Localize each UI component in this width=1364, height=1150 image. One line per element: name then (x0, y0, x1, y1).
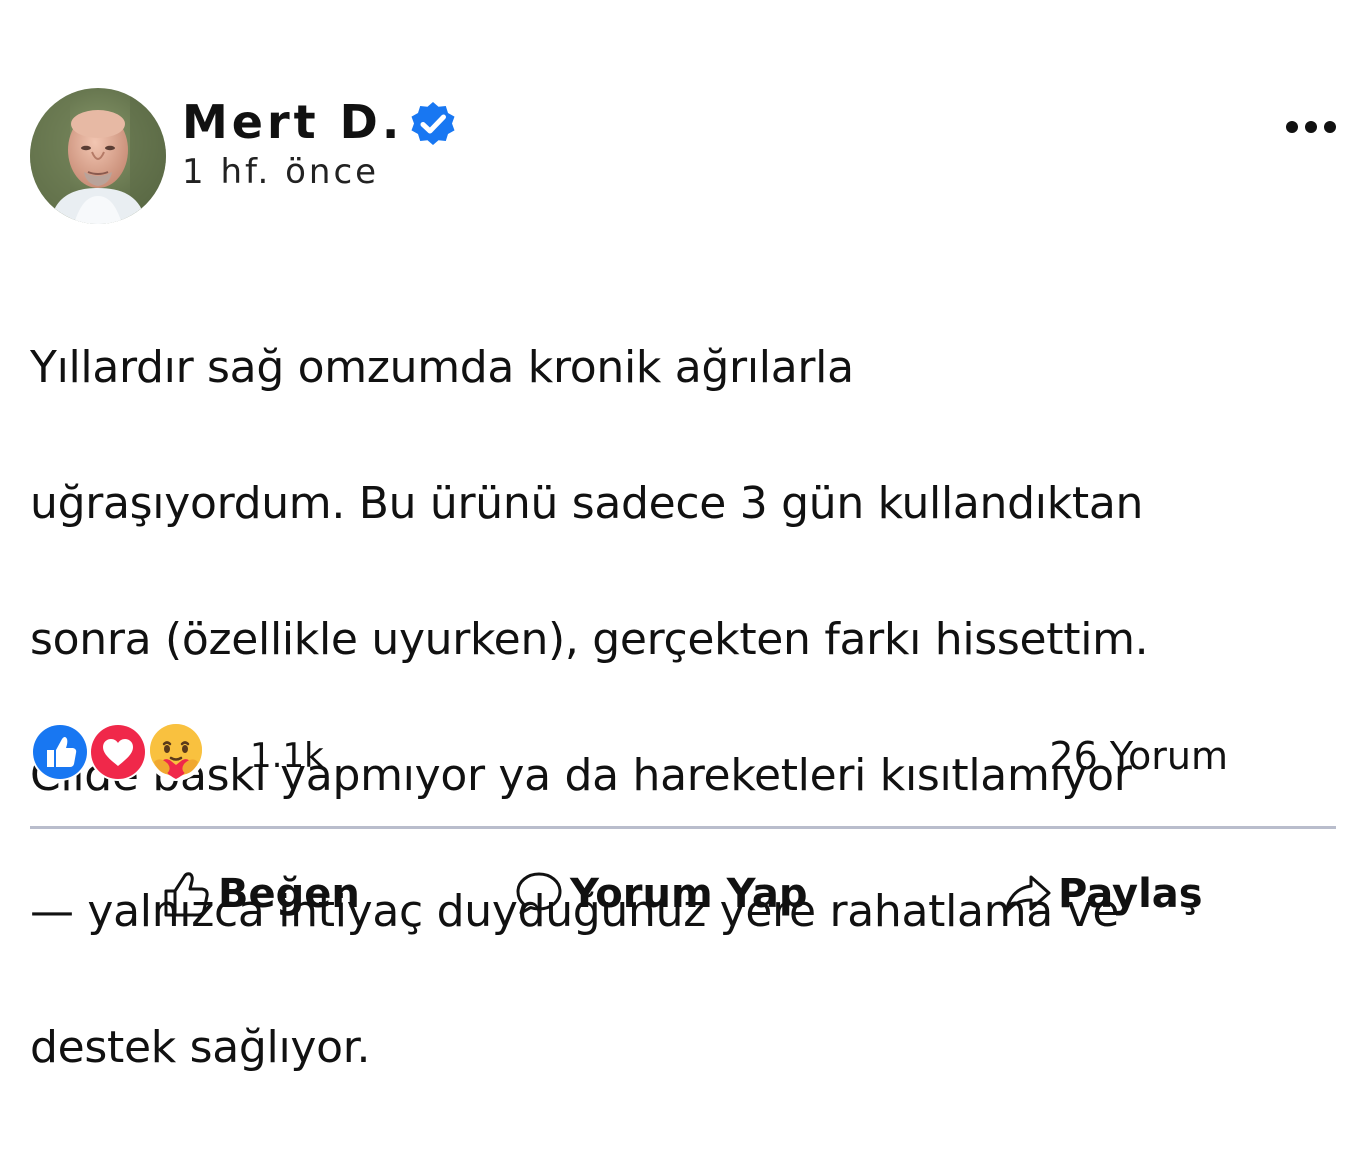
avatar[interactable] (30, 88, 166, 224)
post-text: Yıllardır sağ omzumda kronik ağrılarla u… (30, 266, 1340, 1150)
post-text-line: sonra (özellikle uyurken), gerçekten far… (30, 614, 1149, 665)
reactions-summary[interactable] (30, 722, 208, 784)
comment-bubble-icon (516, 872, 562, 915)
more-options-icon[interactable] (1284, 110, 1338, 144)
post-text-line: destek sağlıyor. (30, 1022, 371, 1073)
post-text-line: uğraşıyordum. Bu ürünü sadece 3 gün kull… (30, 478, 1144, 529)
user-avatar-photo (30, 88, 166, 224)
care-reaction-icon (147, 723, 205, 781)
like-button-label: Beğen (218, 871, 360, 917)
verified-badge-icon (411, 102, 455, 145)
author-name[interactable]: Mert D. (182, 92, 403, 152)
comment-button-label: Yorum Yap (570, 871, 808, 917)
share-button[interactable]: Paylaş (1002, 862, 1203, 926)
comment-count[interactable]: 26 Yorum (1049, 734, 1228, 778)
comment-button[interactable]: Yorum Yap (514, 862, 808, 926)
thumbs-up-icon (164, 872, 209, 917)
share-button-label: Paylaş (1058, 871, 1203, 917)
reaction-count[interactable]: 1.1k (250, 734, 324, 778)
like-reaction-icon (31, 723, 89, 781)
like-button[interactable]: Beğen (162, 862, 360, 926)
divider (30, 826, 1336, 829)
post-timestamp[interactable]: 1 hf. önce (182, 150, 379, 194)
share-arrow-icon (1004, 875, 1051, 915)
post-text-line: Yıllardır sağ omzumda kronik ağrılarla (30, 342, 854, 393)
love-reaction-icon (89, 723, 147, 781)
